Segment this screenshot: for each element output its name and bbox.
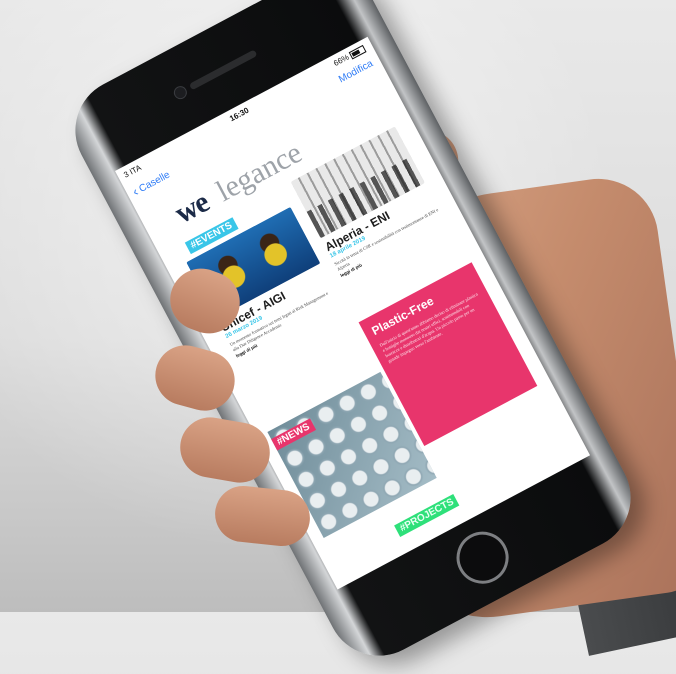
logo-we: we: [169, 185, 215, 231]
back-label: Caselle: [137, 169, 173, 195]
